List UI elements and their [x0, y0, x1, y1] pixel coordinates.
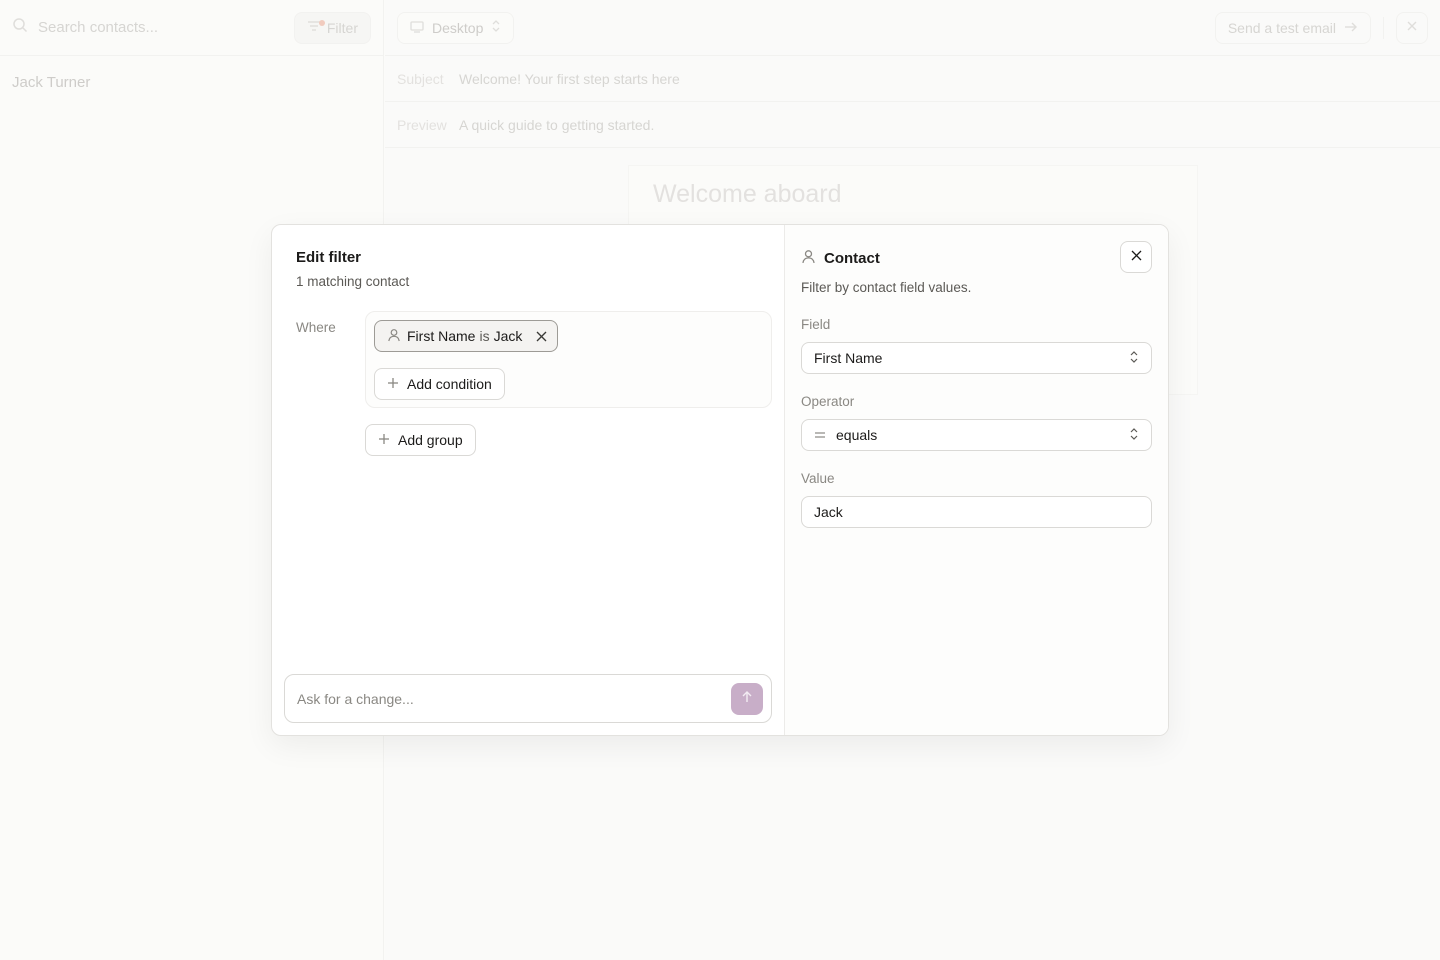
edit-filter-modal: Edit filter 1 matching contact Where Fir…	[271, 224, 1169, 736]
condition-panel: Contact Filter by contact field values. …	[785, 225, 1168, 735]
value-label: Value	[801, 471, 835, 486]
where-label: Where	[296, 320, 336, 335]
field-select-value: First Name	[814, 350, 883, 366]
condition-chip[interactable]: First Name is Jack	[374, 320, 559, 352]
operator-select[interactable]: equals	[801, 419, 1152, 451]
equals-icon	[814, 430, 826, 440]
user-icon	[801, 249, 816, 268]
chevron-updown-icon	[1129, 350, 1139, 367]
chevron-updown-icon	[1129, 427, 1139, 444]
condition-group: First Name is Jack Add condition	[365, 311, 772, 408]
field-select[interactable]: First Name	[801, 342, 1152, 374]
modal-title: Edit filter	[296, 249, 362, 266]
operator-select-value: equals	[836, 427, 878, 443]
user-icon	[387, 328, 401, 345]
ask-for-change-box: Ask for a change...	[284, 674, 772, 723]
arrow-up-icon	[741, 690, 753, 708]
panel-title: Contact	[801, 249, 1152, 268]
panel-description: Filter by contact field values.	[801, 280, 972, 295]
close-icon	[1131, 248, 1142, 266]
panel-title-text: Contact	[824, 250, 880, 267]
filter-builder: Edit filter 1 matching contact Where Fir…	[272, 225, 785, 735]
condition-field: First Name	[407, 328, 476, 344]
add-condition-button[interactable]: Add condition	[374, 368, 505, 400]
condition-value: Jack	[493, 328, 523, 344]
add-group-button[interactable]: Add group	[365, 424, 476, 456]
operator-label: Operator	[801, 394, 855, 409]
add-condition-label: Add condition	[407, 376, 492, 392]
plus-icon	[387, 376, 399, 392]
condition-operator: is	[479, 328, 490, 344]
value-input[interactable]: Jack	[801, 496, 1152, 528]
send-button[interactable]	[731, 682, 763, 715]
matching-count: 1 matching contact	[296, 274, 410, 289]
where-row: Where First Name is Jack Add condition	[296, 311, 772, 408]
ask-input[interactable]: Ask for a change...	[297, 691, 731, 707]
add-group-label: Add group	[398, 432, 463, 448]
field-label: Field	[801, 317, 831, 332]
remove-condition-icon[interactable]	[536, 331, 547, 342]
plus-icon	[378, 432, 390, 448]
close-modal-button[interactable]	[1120, 241, 1152, 273]
